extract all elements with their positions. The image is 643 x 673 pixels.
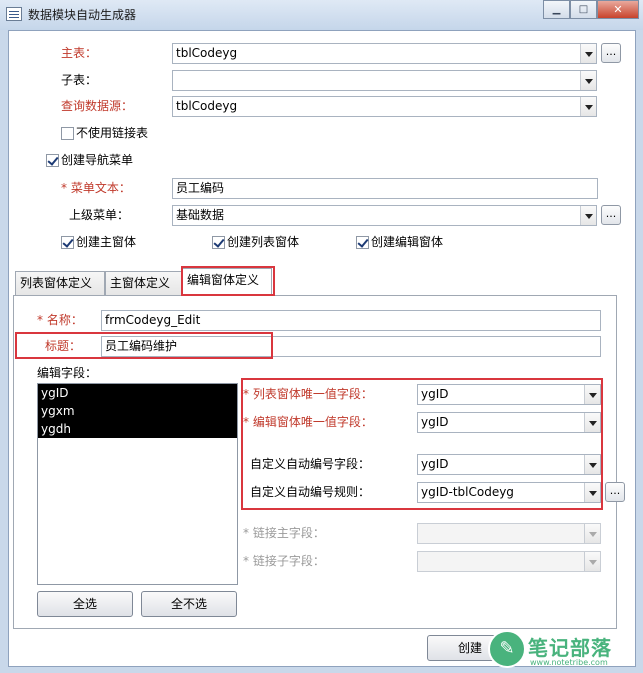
select-none-button[interactable]: 全不选 [141,591,237,617]
create-edit-form-label: 创建编辑窗体 [371,235,444,249]
query-source-value: tblCodeyg [176,99,238,113]
parent-menu-label: 上级菜单： [69,208,130,222]
link-child-label: * 链接子字段： [243,554,325,568]
form-name-label: * 名称： [37,313,83,327]
select-all-button[interactable]: 全选 [37,591,133,617]
edit-fields-label: 编辑字段： [37,366,98,380]
sub-table-select[interactable] [172,70,597,91]
parent-menu-value: 基础数据 [176,208,225,222]
chevron-down-icon[interactable] [580,97,596,116]
create-list-form-label: 创建列表窗体 [227,235,300,249]
menu-text-value: 员工编码 [176,181,225,195]
tab-main-form[interactable]: 主窗体定义 [105,271,182,295]
menu-text-label: * 菜单文本： [61,181,131,195]
auto-no-rule-browse-button[interactable]: ... [605,482,625,502]
create-nav-menu-label: 创建导航菜单 [61,153,134,167]
highlight-box-fields [241,378,603,510]
parent-menu-select[interactable]: 基础数据 [172,205,597,226]
main-table-value: tblCodeyg [176,46,238,60]
highlight-box-caption [15,332,273,359]
create-list-form-checkbox[interactable] [212,236,225,249]
create-nav-menu-checkbox[interactable] [46,154,59,167]
form-name-input[interactable]: frmCodeyg_Edit [101,310,601,331]
parent-menu-browse-button[interactable]: ... [601,205,621,225]
watermark-text: 笔记部落 [528,636,612,660]
chevron-down-icon[interactable] [580,71,596,90]
list-item[interactable]: ygxm [38,402,237,420]
sub-table-label: 子表： [61,73,98,87]
main-table-label: 主表： [61,46,98,60]
create-main-form-label: 创建主窗体 [76,235,137,249]
chevron-down-icon[interactable] [580,44,596,63]
window-title: 数据模块自动生成器 [28,8,137,22]
highlight-box-tab [181,266,275,296]
create-main-form-checkbox[interactable] [61,236,74,249]
query-source-label: 查询数据源： [61,99,134,113]
chevron-down-icon [584,552,600,571]
list-item[interactable]: ygID [38,384,237,402]
title-bar: 数据模块自动生成器 ▁ □ ✕ [0,0,643,30]
chevron-down-icon[interactable] [580,206,596,225]
chevron-down-icon [584,524,600,543]
create-edit-form-checkbox[interactable] [356,236,369,249]
main-table-browse-button[interactable]: ... [601,43,621,63]
form-name-value: frmCodeyg_Edit [105,313,201,327]
edit-fields-listbox[interactable]: ygID ygxm ygdh [37,383,238,585]
watermark-logo-icon: ✎ [488,630,526,668]
no-link-table-label: 不使用链接表 [76,126,149,140]
query-source-select[interactable]: tblCodeyg [172,96,597,117]
main-table-select[interactable]: tblCodeyg [172,43,597,64]
tab-list-form[interactable]: 列表窗体定义 [15,271,105,295]
list-item[interactable]: ygdh [38,420,237,438]
watermark-url: www.notetribe.com [530,658,608,667]
no-link-table-checkbox[interactable] [61,127,74,140]
link-child-select[interactable] [417,551,601,572]
close-button[interactable]: ✕ [597,0,639,19]
dialog-body: 主表： tblCodeyg ... 子表： 查询数据源： tblCodeyg 不… [8,30,636,667]
menu-text-input[interactable]: 员工编码 [172,178,598,199]
link-master-label: * 链接主字段： [243,526,325,540]
minimize-button[interactable]: ▁ [543,0,570,19]
maximize-button[interactable]: □ [570,0,597,19]
link-master-select[interactable] [417,523,601,544]
app-icon [6,7,22,21]
